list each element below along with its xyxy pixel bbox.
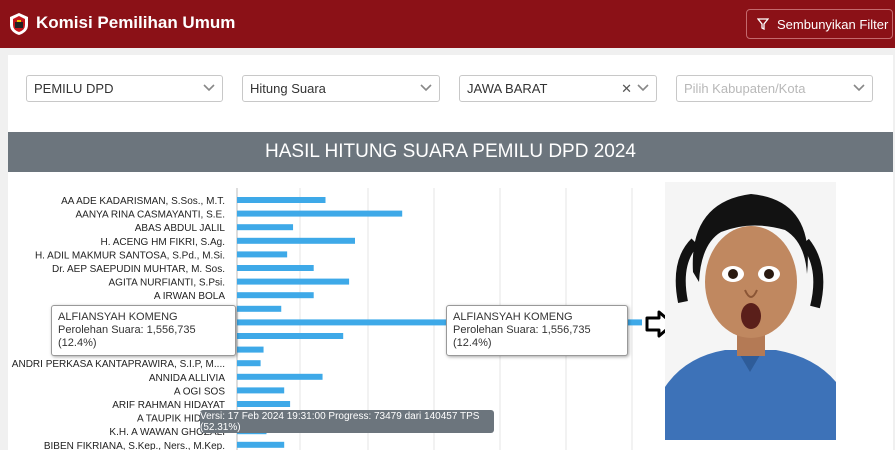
province-select[interactable]: JAWA BARAT ✕ [459, 75, 657, 102]
candidate-portrait-icon [665, 182, 836, 440]
kpu-logo-icon [10, 13, 28, 35]
chevron-down-icon [203, 84, 215, 92]
tooltip-right: ALFIANSYAH KOMENG Perolehan Suara: 1,556… [446, 305, 628, 356]
clear-icon[interactable]: ✕ [621, 81, 632, 97]
candidate-photo [665, 182, 836, 440]
election-value: PEMILU DPD [34, 81, 114, 96]
tooltip-right-name: ALFIANSYAH KOMENG [453, 311, 573, 323]
chevron-down-icon [853, 84, 865, 92]
election-select[interactable]: PEMILU DPD [26, 75, 223, 102]
tooltip-left-votes: Perolehan Suara: 1,556,735 (12.4%) [58, 324, 196, 349]
chevron-down-icon [637, 84, 649, 92]
province-value: JAWA BARAT [467, 81, 548, 96]
top-navbar: Komisi Pemilihan Umum Sembunyikan Filter [0, 0, 895, 48]
status-bar: Versi: 17 Feb 2024 19:31:00 Progress: 73… [200, 410, 494, 433]
tooltip-left: ALFIANSYAH KOMENG Perolehan Suara: 1,556… [51, 305, 236, 356]
hide-filter-button[interactable]: Sembunyikan Filter [746, 9, 893, 39]
app-title: Komisi Pemilihan Umum [36, 13, 236, 32]
filter-icon [757, 18, 769, 30]
chevron-down-icon [420, 84, 432, 92]
hide-filter-label: Sembunyikan Filter [777, 16, 889, 32]
tooltip-right-votes: Perolehan Suara: 1,556,735 (12.4%) [453, 324, 591, 349]
regency-select[interactable]: Pilih Kabupaten/Kota [676, 75, 873, 102]
mode-value: Hitung Suara [250, 81, 326, 96]
results-banner: HASIL HITUNG SUARA PEMILU DPD 2024 [8, 132, 893, 172]
tooltip-left-name: ALFIANSYAH KOMENG [58, 311, 178, 323]
regency-placeholder: Pilih Kabupaten/Kota [684, 81, 806, 96]
mode-select[interactable]: Hitung Suara [242, 75, 440, 102]
